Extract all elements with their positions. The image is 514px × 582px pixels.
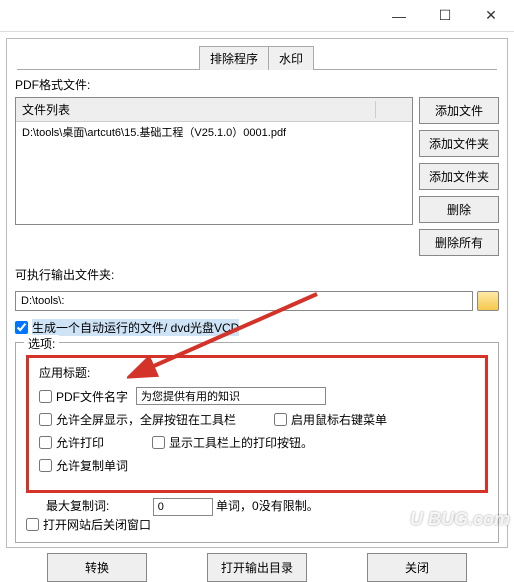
filelist-wrap: 文件列表 D:\tools\桌面\artcut6\15.基础工程（V25.1.0… (15, 97, 499, 256)
pdfname-checkbox[interactable]: PDF文件名字 (39, 388, 128, 405)
options-legend: 选项: (24, 335, 59, 352)
showprintbtn-checkbox-input[interactable] (152, 436, 165, 449)
delete-button[interactable]: 删除 (419, 196, 499, 223)
copy-line: 允许复制单词 (39, 457, 475, 474)
tabs: 排除程序 水印 (17, 45, 497, 70)
allowprint-checkbox-input[interactable] (39, 436, 52, 449)
tab-spacer-right (313, 46, 497, 70)
add-folder-button-2[interactable]: 添加文件夹 (419, 163, 499, 190)
file-list-header-col2 (376, 101, 406, 118)
browse-folder-icon[interactable] (477, 291, 499, 311)
maxcopy-label: 最大复制词: (46, 499, 109, 513)
titlebar: — ☐ ✕ (0, 0, 514, 32)
delete-all-button[interactable]: 删除所有 (419, 229, 499, 256)
file-list-header: 文件列表 (16, 98, 412, 122)
fullscreen-line: 允许全屏显示，全屏按钮在工具栏 启用鼠标右键菜单 (39, 411, 475, 428)
file-list[interactable]: 文件列表 D:\tools\桌面\artcut6\15.基础工程（V25.1.0… (15, 97, 413, 225)
convert-button[interactable]: 转换 (47, 553, 147, 582)
pdf-file-label: PDF格式文件: (15, 76, 499, 93)
maximize-button[interactable]: ☐ (422, 1, 468, 31)
file-list-header-col: 文件列表 (22, 101, 376, 118)
allowcopy-checkbox[interactable]: 允许复制单词 (39, 457, 128, 474)
close-window-button[interactable]: ✕ (468, 1, 514, 31)
allowcopy-checkbox-input[interactable] (39, 459, 52, 472)
autorun-checkbox-input[interactable] (15, 321, 28, 334)
allowprint-checkbox[interactable]: 允许打印 (39, 434, 104, 451)
add-file-button[interactable]: 添加文件 (419, 97, 499, 124)
output-dir-label: 可执行输出文件夹: (15, 266, 499, 283)
fullscreen-checkbox-label: 允许全屏显示，全屏按钮在工具栏 (56, 411, 236, 428)
highlighted-options-box: 应用标题: PDF文件名字 允许全屏显示，全屏按钮在工具栏 启用鼠标右键菜单 允… (26, 355, 488, 493)
file-list-body: D:\tools\桌面\artcut6\15.基础工程（V25.1.0）0001… (16, 122, 412, 224)
minimize-button[interactable]: — (376, 1, 422, 31)
closeafter-checkbox[interactable]: 打开网站后关闭窗口 (26, 516, 151, 533)
autorun-row: 生成一个自动运行的文件/ dvd光盘VCD (15, 319, 499, 336)
autorun-checkbox-label: 生成一个自动运行的文件/ dvd光盘VCD (32, 319, 239, 336)
allowcopy-checkbox-label: 允许复制单词 (56, 457, 128, 474)
tab-exclude[interactable]: 排除程序 (199, 46, 269, 70)
output-path-input[interactable]: D:\tools\: (15, 291, 473, 311)
autorun-checkbox[interactable]: 生成一个自动运行的文件/ dvd光盘VCD (15, 319, 239, 336)
file-list-row[interactable]: D:\tools\桌面\artcut6\15.基础工程（V25.1.0）0001… (22, 124, 406, 140)
showprintbtn-checkbox[interactable]: 显示工具栏上的打印按钮。 (152, 434, 313, 451)
output-row: D:\tools\: (15, 291, 499, 311)
side-buttons: 添加文件 添加文件夹 添加文件夹 删除 删除所有 (419, 97, 499, 256)
app-title-input[interactable] (136, 387, 326, 405)
watermark-text: U BUG.com (410, 509, 510, 530)
rightclick-checkbox-label: 启用鼠标右键菜单 (291, 411, 387, 428)
tab-watermark[interactable]: 水印 (268, 46, 314, 70)
maxcopy-tail-label: 单词，0没有限制。 (216, 499, 319, 513)
maxcopy-input[interactable] (153, 498, 213, 516)
print-line: 允许打印 显示工具栏上的打印按钮。 (39, 434, 475, 451)
allowprint-checkbox-label: 允许打印 (56, 434, 104, 451)
closeafter-checkbox-input[interactable] (26, 518, 39, 531)
open-output-button[interactable]: 打开输出目录 (207, 553, 307, 582)
pdfname-line: PDF文件名字 (39, 387, 475, 405)
add-folder-button[interactable]: 添加文件夹 (419, 130, 499, 157)
tab-spacer-left (16, 46, 200, 70)
rightclick-checkbox[interactable]: 启用鼠标右键菜单 (274, 411, 387, 428)
showprintbtn-checkbox-label: 显示工具栏上的打印按钮。 (169, 434, 313, 451)
pdfname-checkbox-input[interactable] (39, 390, 52, 403)
fullscreen-checkbox-input[interactable] (39, 413, 52, 426)
fullscreen-checkbox[interactable]: 允许全屏显示，全屏按钮在工具栏 (39, 411, 236, 428)
rightclick-checkbox-input[interactable] (274, 413, 287, 426)
close-button[interactable]: 关闭 (367, 553, 467, 582)
main-panel: 排除程序 水印 PDF格式文件: 文件列表 D:\tools\桌面\artcut… (6, 38, 508, 548)
pdfname-checkbox-label: PDF文件名字 (56, 388, 128, 405)
app-title-label: 应用标题: (39, 364, 475, 381)
bottom-buttons: 转换 打开输出目录 关闭 (15, 553, 499, 582)
closeafter-checkbox-label: 打开网站后关闭窗口 (43, 516, 151, 533)
